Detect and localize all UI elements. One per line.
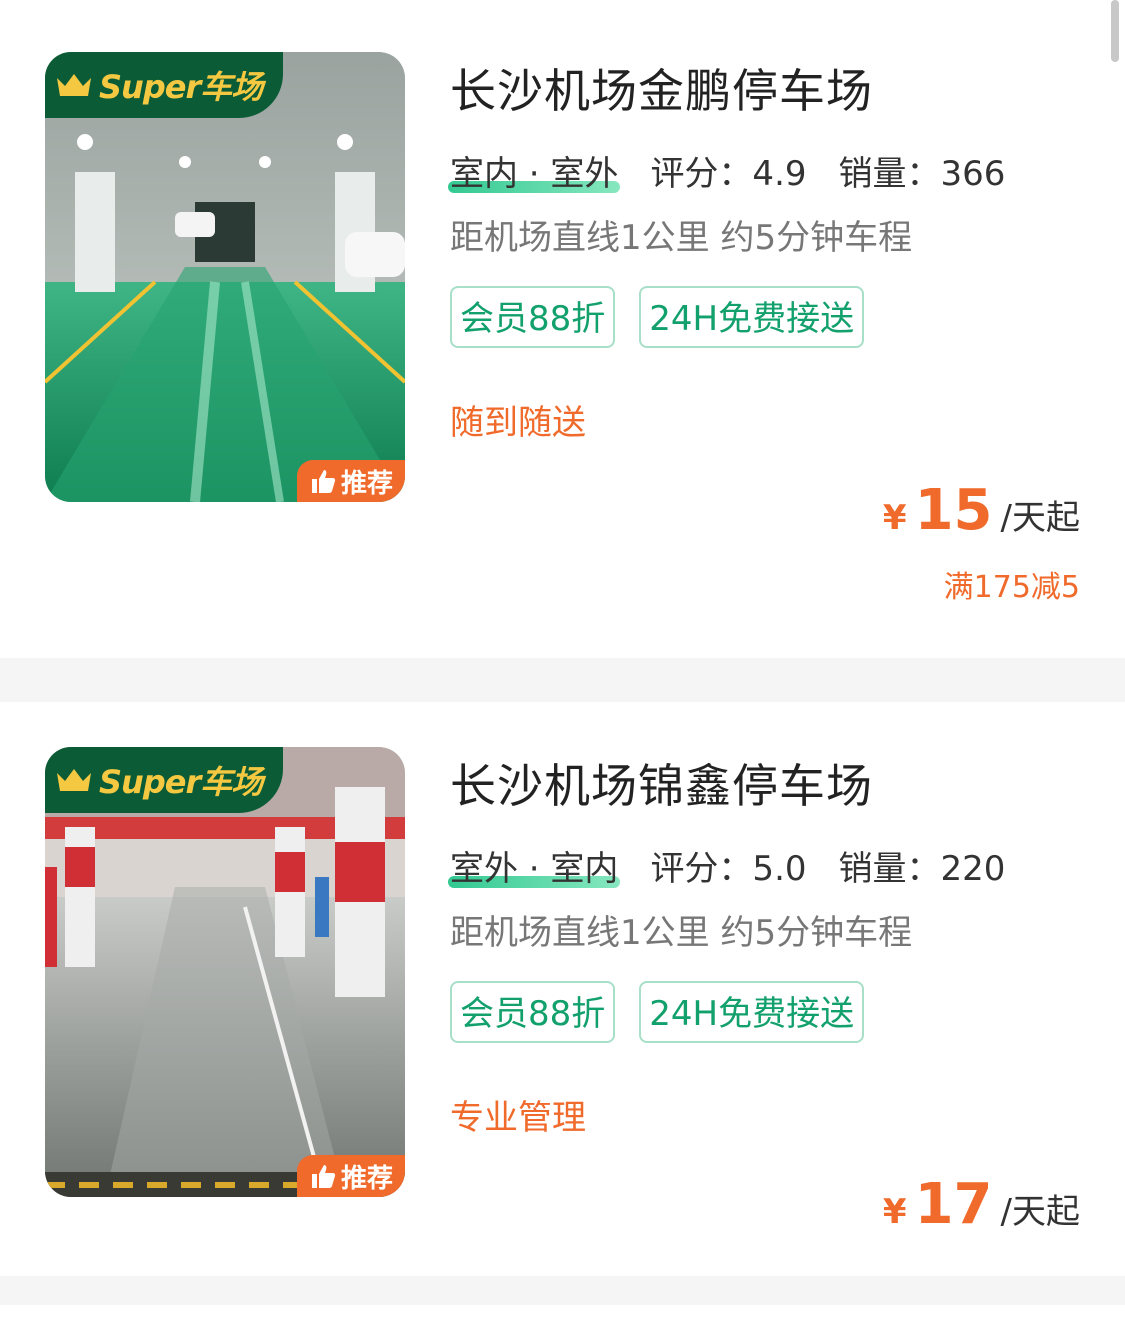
rating: 评分：4.9 (650, 153, 807, 194)
price-unit: /天起 (1000, 1192, 1080, 1232)
recommend-label: 推荐 (340, 468, 393, 499)
thumbs-up-icon (311, 1165, 336, 1188)
lot-type-label: 室内 · 室外 (450, 153, 619, 194)
super-badge-label: Super车场 (99, 68, 263, 106)
crown-icon (57, 74, 91, 96)
member-discount-tag: 会员88折 (450, 981, 616, 1043)
free-shuttle-tag: 24H免费接送 (639, 286, 865, 348)
currency-symbol: ¥ (882, 1192, 907, 1232)
parking-lot-photo: Super车场 推荐 (45, 52, 405, 502)
feature-text: 专业管理 (450, 1098, 586, 1138)
free-shuttle-tag: 24H免费接送 (639, 981, 865, 1043)
recommend-label: 推荐 (340, 1163, 393, 1194)
lot-type: 室内 · 室外 (447, 146, 621, 195)
lot-type-label: 室外 · 室内 (450, 848, 619, 889)
price-unit: /天起 (1000, 498, 1080, 538)
scrollbar[interactable] (1111, 0, 1119, 62)
distance-text: 距机场直线1公里 约5分钟车程 (450, 218, 913, 258)
recommend-badge: 推荐 (297, 1155, 405, 1197)
thumbs-up-icon (311, 470, 336, 493)
card-divider (0, 1276, 1125, 1305)
parking-lot-info: 长沙机场金鹏停车场 室内 · 室外 评分：4.9 销量：366 距机场直线1公里… (447, 52, 1090, 448)
price-amount: 17 (914, 1172, 993, 1237)
parking-lot-name[interactable]: 长沙机场锦鑫停车场 (450, 747, 1090, 825)
price: ¥ 15 /天起 (883, 478, 1080, 543)
distance-text: 距机场直线1公里 约5分钟车程 (450, 913, 913, 953)
super-lot-badge: Super车场 (45, 52, 283, 118)
meta-row: 室外 · 室内 评分：5.0 销量：220 (447, 837, 1090, 893)
card-divider (0, 658, 1125, 702)
parking-lot-card[interactable]: Super车场 推荐 长沙机场金鹏停车场 室内 · 室外 评分：4.9 销量：3… (0, 0, 1125, 658)
parking-lot-list: Super车场 推荐 长沙机场金鹏停车场 室内 · 室外 评分：4.9 销量：3… (0, 0, 1125, 1319)
parking-lot-name[interactable]: 长沙机场金鹏停车场 (450, 52, 1090, 130)
parking-lot-info: 长沙机场锦鑫停车场 室外 · 室内 评分：5.0 销量：220 距机场直线1公里… (447, 747, 1090, 1143)
rating: 评分：5.0 (650, 848, 807, 889)
sales-count: 销量：220 (838, 848, 1006, 889)
crown-icon (57, 769, 91, 791)
member-discount-tag: 会员88折 (450, 286, 616, 348)
feature-text: 随到随送 (450, 403, 586, 443)
tag-list: 会员88折 24H免费接送 (450, 981, 1090, 1043)
lot-type: 室外 · 室内 (447, 841, 621, 890)
tag-list: 会员88折 24H免费接送 (450, 286, 1090, 348)
price: ¥ 17 /天起 (883, 1172, 1080, 1237)
super-lot-badge: Super车场 (45, 747, 283, 813)
currency-symbol: ¥ (882, 498, 907, 538)
super-badge-label: Super车场 (99, 763, 263, 801)
meta-row: 室内 · 室外 评分：4.9 销量：366 (447, 142, 1090, 198)
price-amount: 15 (914, 478, 993, 543)
recommend-badge: 推荐 (297, 460, 405, 502)
parking-lot-photo: Super车场 推荐 (45, 747, 405, 1197)
coupon-text: 满175减5 (943, 570, 1080, 605)
sales-count: 销量：366 (838, 153, 1006, 194)
